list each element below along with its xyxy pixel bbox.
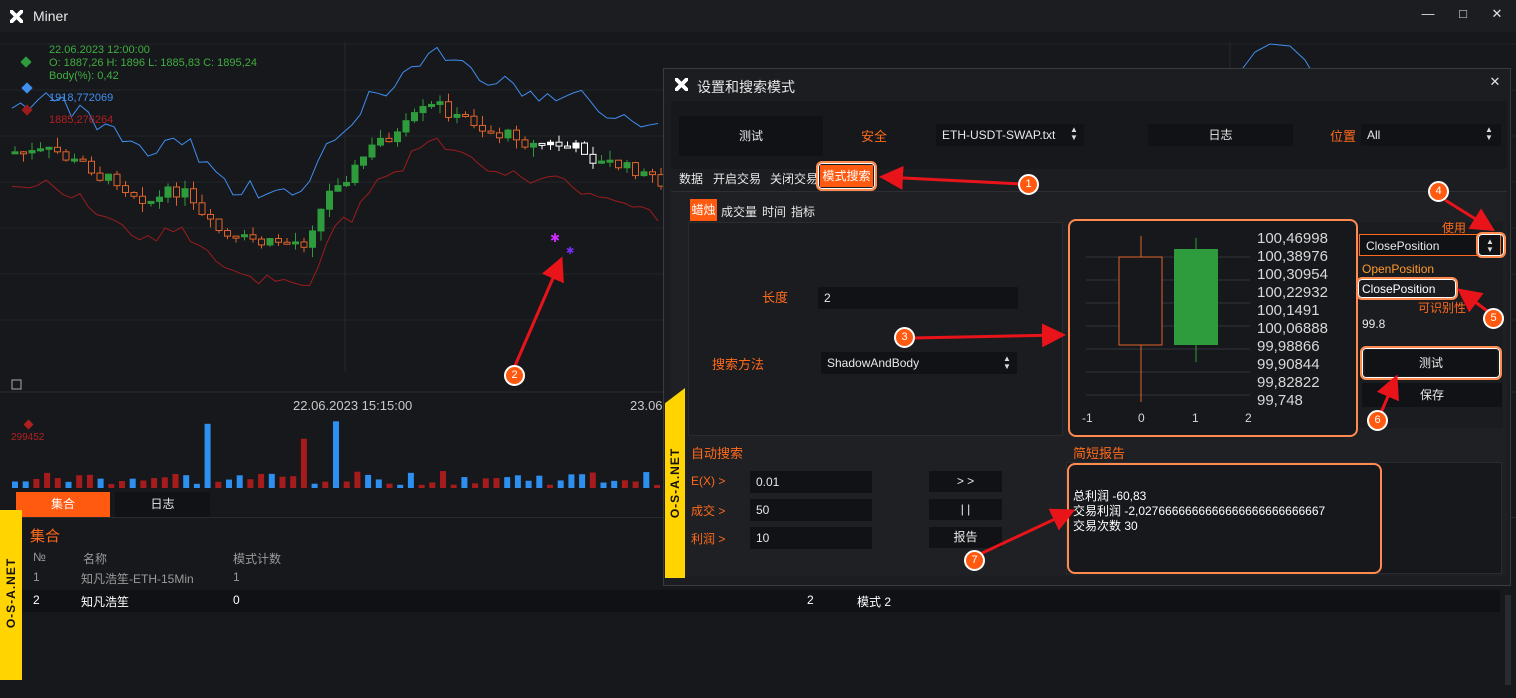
callout-3: 3 bbox=[894, 327, 915, 348]
callout-5: 5 bbox=[1483, 308, 1504, 329]
callout-4: 4 bbox=[1428, 181, 1449, 202]
callout-2: 2 bbox=[504, 365, 525, 386]
callout-7: 7 bbox=[964, 550, 985, 571]
callout-1: 1 bbox=[1018, 174, 1039, 195]
callout-6: 6 bbox=[1367, 410, 1388, 431]
annotation-overlay bbox=[512, 165, 1496, 557]
